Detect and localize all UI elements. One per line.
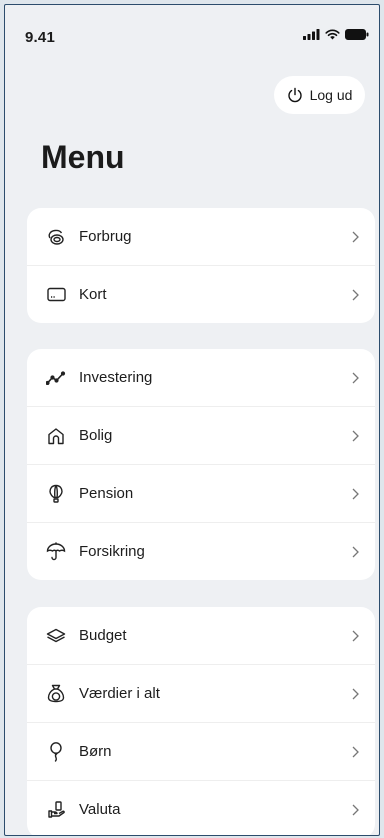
app-screen: 9.41 Log ud Menu Forbrug Kort Investerin… (4, 4, 380, 836)
status-time: 9.41 (25, 29, 55, 46)
menu-item-label: Budget (79, 627, 127, 644)
menu-item-vaerdier[interactable]: Værdier i alt (27, 664, 375, 722)
menu-item-forsikring[interactable]: Forsikring (27, 522, 375, 580)
chevron-right-icon (352, 804, 359, 815)
menu-item-valuta[interactable]: Valuta (27, 780, 375, 835)
chevron-right-icon (352, 372, 359, 383)
wifi-icon (325, 29, 340, 40)
logout-button[interactable]: Log ud (274, 76, 365, 114)
money-bag-icon (46, 684, 66, 704)
chevron-right-icon (352, 289, 359, 300)
chevron-right-icon (352, 231, 359, 242)
chevron-right-icon (352, 546, 359, 557)
menu-item-label: Valuta (79, 801, 121, 818)
umbrella-icon (46, 542, 66, 562)
chevron-right-icon (352, 630, 359, 641)
page-title: Menu (41, 139, 125, 175)
menu-item-forbrug[interactable]: Forbrug (27, 208, 375, 265)
menu-item-bolig[interactable]: Bolig (27, 406, 375, 464)
exchange-icon (46, 800, 66, 820)
menu-item-investering[interactable]: Investering (27, 349, 375, 406)
layers-icon (46, 626, 66, 646)
menu-item-budget[interactable]: Budget (27, 607, 375, 664)
trend-icon (46, 368, 66, 388)
chevron-right-icon (352, 488, 359, 499)
balloon-icon (46, 484, 66, 504)
chevron-right-icon (352, 688, 359, 699)
logout-label: Log ud (309, 87, 353, 103)
menu-item-boern[interactable]: Børn (27, 722, 375, 780)
house-icon (46, 426, 66, 446)
menu-group-payments: Forbrug Kort (27, 208, 375, 323)
battery-icon (345, 29, 369, 40)
menu-item-label: Børn (79, 743, 112, 760)
menu-item-pension[interactable]: Pension (27, 464, 375, 522)
signal-icon (303, 29, 320, 40)
status-bar: 9.41 (5, 5, 379, 49)
menu-group-wealth: Investering Bolig Pension Forsikring (27, 349, 375, 580)
power-icon (287, 87, 302, 103)
menu-item-kort[interactable]: Kort (27, 265, 375, 323)
menu-item-label: Bolig (79, 427, 113, 444)
menu-group-tools: Budget Værdier i alt Børn Valuta (27, 607, 375, 835)
status-icons (303, 29, 369, 40)
chevron-right-icon (352, 430, 359, 441)
party-balloon-icon (46, 741, 66, 762)
menu-item-label: Forsikring (79, 543, 145, 560)
menu-item-label: Pension (79, 485, 134, 502)
card-icon (46, 285, 66, 305)
menu-item-label: Værdier i alt (79, 685, 160, 702)
menu-item-label: Kort (79, 286, 107, 303)
chevron-right-icon (352, 746, 359, 757)
menu-item-label: Forbrug (79, 228, 132, 245)
coins-icon (46, 227, 66, 247)
menu-item-label: Investering (79, 369, 153, 386)
